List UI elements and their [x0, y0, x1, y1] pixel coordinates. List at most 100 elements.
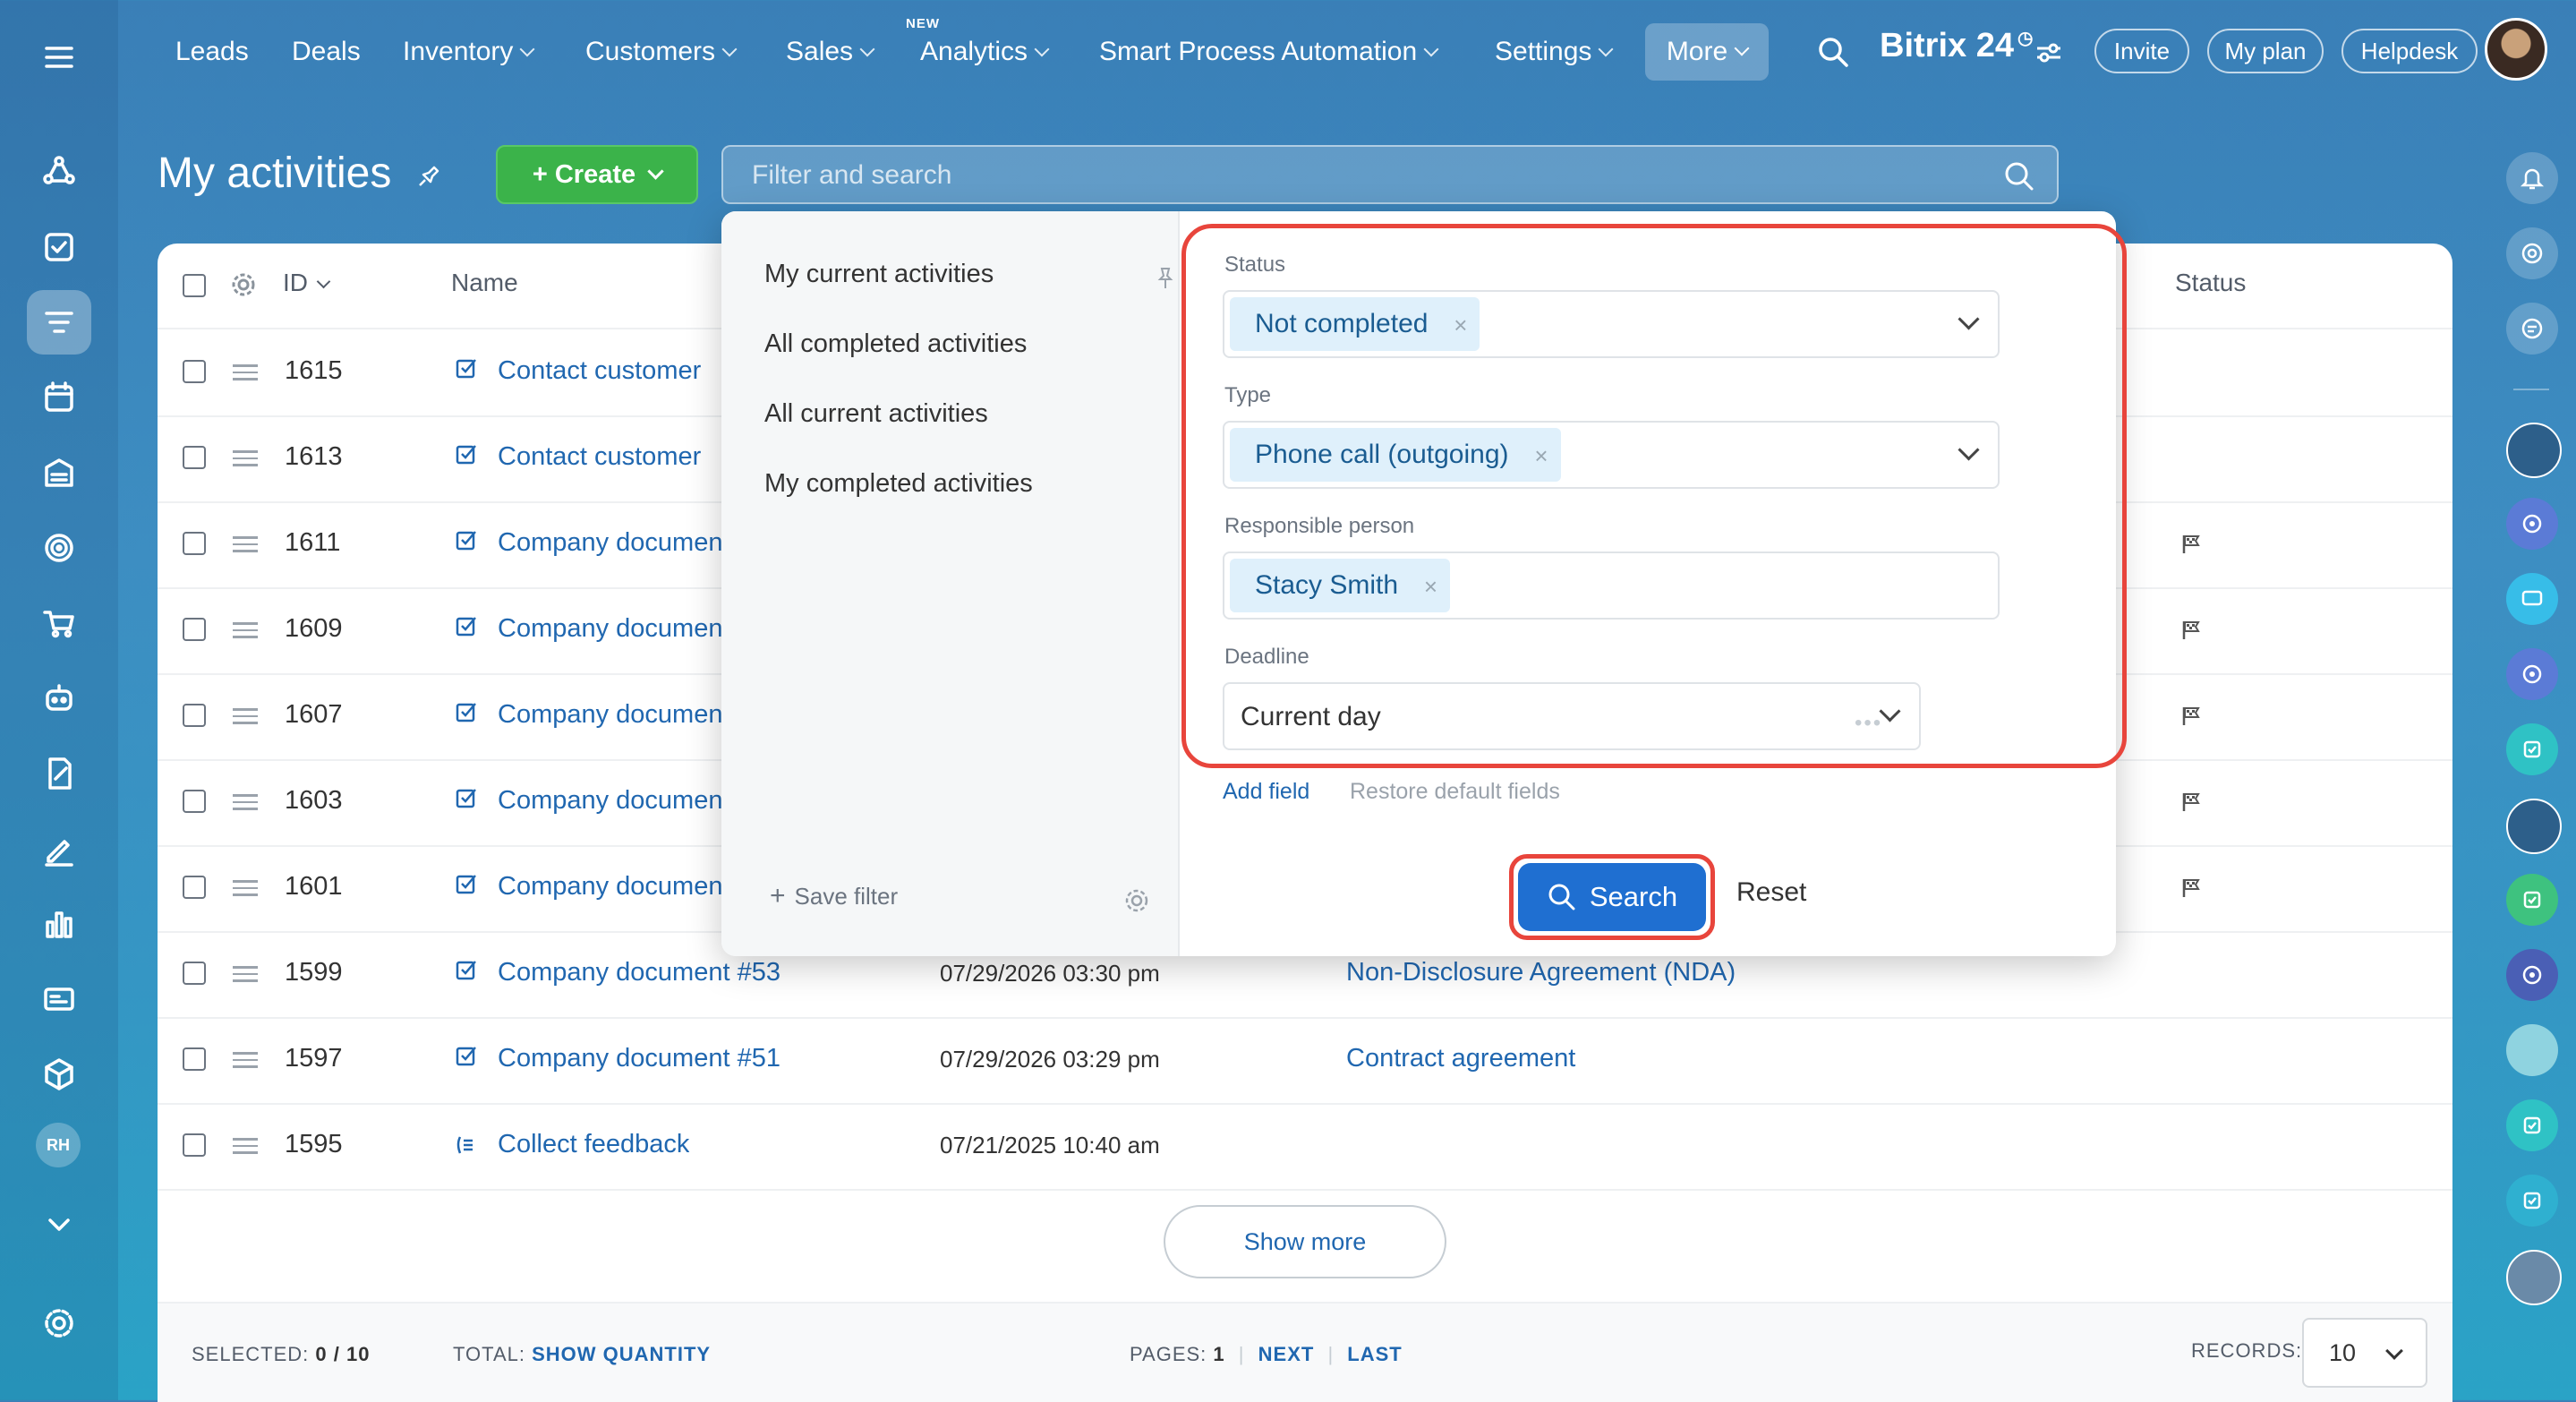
search-button[interactable]: Search	[1518, 863, 1706, 931]
task-chat-icon[interactable]	[2506, 1099, 2558, 1151]
search-icon[interactable]	[1817, 36, 1849, 68]
more-options-icon[interactable]: •••	[1855, 711, 1882, 736]
calendar-icon[interactable]	[27, 365, 91, 430]
document-edit-icon[interactable]	[27, 741, 91, 806]
copilot-chat-icon[interactable]	[2506, 949, 2558, 1001]
filter-search-input[interactable]	[723, 147, 1989, 204]
preset-my-current-activities[interactable]: My current activities	[764, 260, 994, 289]
activity-name-link[interactable]: Company documen	[498, 614, 722, 644]
preset-my-completed-activities[interactable]: My completed activities	[764, 469, 1033, 499]
nav-customers[interactable]: Customers	[585, 34, 738, 70]
task-chat-icon[interactable]	[2506, 874, 2558, 926]
contact-avatar[interactable]	[2506, 423, 2562, 478]
row-checkbox[interactable]	[183, 1133, 206, 1157]
nav-inventory[interactable]: Inventory	[403, 34, 535, 70]
drag-handle-icon[interactable]	[233, 618, 258, 643]
status-field[interactable]: Not completed ×	[1223, 290, 2000, 358]
bell-icon[interactable]	[2506, 152, 2558, 204]
drag-handle-icon[interactable]	[233, 790, 258, 815]
row-checkbox[interactable]	[183, 446, 206, 469]
gear-icon[interactable]	[1122, 886, 1151, 915]
table-row[interactable]: 1595 Collect feedback 07/21/2025 10:40 am	[158, 1103, 2452, 1191]
brand-logo[interactable]: Bitrix 24 ◷	[1880, 27, 2033, 65]
activity-name-link[interactable]: Contact customer	[498, 442, 701, 472]
task-chat-icon[interactable]	[2506, 1175, 2558, 1227]
filter-search-bar[interactable]	[721, 145, 2059, 204]
activity-name-link[interactable]: Company document #51	[498, 1044, 780, 1073]
chevron-down-icon[interactable]	[1958, 439, 1980, 461]
activity-name-link[interactable]: Company document #53	[498, 958, 780, 987]
nav-leads[interactable]: Leads	[175, 34, 249, 70]
message-icon[interactable]	[2506, 573, 2558, 625]
row-checkbox[interactable]	[183, 876, 206, 899]
pin-icon[interactable]	[1156, 265, 1174, 290]
chat-icon[interactable]	[2506, 303, 2558, 355]
group-avatar[interactable]	[2506, 1250, 2562, 1305]
table-row[interactable]: 1597 Company document #51 07/29/2026 03:29…	[158, 1017, 2452, 1105]
crm-icon[interactable]	[27, 140, 91, 204]
activity-name-link[interactable]: Company documen	[498, 700, 722, 730]
preset-all-completed-activities[interactable]: All completed activities	[764, 329, 1027, 359]
nav-settings[interactable]: Settings	[1495, 34, 1614, 70]
chevron-down-icon[interactable]	[27, 1193, 91, 1257]
box-icon[interactable]	[27, 1042, 91, 1107]
restore-default-fields-link[interactable]: Restore default fields	[1350, 779, 1560, 805]
activity-name-link[interactable]: Company documen	[498, 786, 722, 816]
activity-name-link[interactable]: Contact customer	[498, 356, 701, 386]
show-quantity-link[interactable]: SHOW QUANTITY	[532, 1343, 711, 1365]
drag-handle-icon[interactable]	[233, 962, 258, 987]
nav-analytics[interactable]: Analytics	[920, 34, 1050, 70]
drag-handle-icon[interactable]	[233, 446, 258, 471]
user-avatar[interactable]	[2485, 18, 2547, 81]
next-page-link[interactable]: NEXT	[1258, 1343, 1315, 1365]
column-name[interactable]: Name	[451, 269, 518, 297]
chevron-down-icon[interactable]	[1958, 308, 1980, 330]
close-icon[interactable]: ×	[1534, 442, 1548, 470]
close-icon[interactable]: ×	[1454, 312, 1467, 339]
task-chat-icon[interactable]	[2506, 723, 2558, 775]
gear-icon[interactable]	[27, 1291, 91, 1355]
id-card-icon[interactable]	[27, 967, 91, 1031]
close-icon[interactable]: ×	[1424, 573, 1437, 601]
row-checkbox[interactable]	[183, 790, 206, 813]
records-select[interactable]: 10	[2302, 1318, 2427, 1388]
save-filter-button[interactable]: + Save filter	[770, 881, 898, 911]
responsible-person-field[interactable]: Stacy Smith ×	[1223, 551, 2000, 620]
create-button[interactable]: + Create	[496, 145, 698, 204]
bot-avatar[interactable]	[2506, 1024, 2558, 1076]
deal-link[interactable]: Non-Disclosure Agreement (NDA)	[1346, 958, 1736, 987]
search-icon[interactable]	[2003, 160, 2035, 192]
drag-handle-icon[interactable]	[233, 876, 258, 901]
helpdesk-button[interactable]: Helpdesk	[2341, 29, 2478, 73]
robot-icon[interactable]	[27, 666, 91, 731]
preset-all-current-activities[interactable]: All current activities	[764, 399, 988, 429]
store-icon[interactable]	[27, 440, 91, 505]
copilot-icon[interactable]	[2506, 227, 2558, 279]
contact-avatar[interactable]	[2506, 799, 2562, 854]
drag-handle-icon[interactable]	[233, 532, 258, 557]
row-checkbox[interactable]	[183, 1047, 206, 1071]
invite-button[interactable]: Invite	[2094, 29, 2189, 73]
row-checkbox[interactable]	[183, 962, 206, 985]
row-checkbox[interactable]	[183, 360, 206, 383]
user-initials-avatar[interactable]: RH	[36, 1123, 81, 1167]
nav-more[interactable]: More	[1645, 23, 1769, 81]
nav-smart-process-automation[interactable]: Smart Process Automation	[1099, 34, 1439, 70]
activity-name-link[interactable]: Company documen	[498, 528, 722, 558]
activity-name-link[interactable]: Company documen	[498, 872, 722, 902]
row-checkbox[interactable]	[183, 618, 206, 641]
copilot-chat-icon[interactable]	[2506, 498, 2558, 550]
my-plan-button[interactable]: My plan	[2207, 29, 2324, 73]
menu-icon[interactable]	[27, 25, 91, 90]
row-checkbox[interactable]	[183, 532, 206, 555]
column-status[interactable]: Status	[2175, 269, 2246, 297]
column-id[interactable]: ID	[283, 269, 331, 297]
copilot-chat-icon[interactable]	[2506, 648, 2558, 700]
add-field-link[interactable]: Add field	[1223, 779, 1309, 805]
nav-deals[interactable]: Deals	[292, 34, 361, 70]
drag-handle-icon[interactable]	[233, 360, 258, 385]
row-checkbox[interactable]	[183, 704, 206, 727]
deadline-select[interactable]: Current day	[1223, 682, 1921, 750]
analytics-icon[interactable]	[27, 892, 91, 956]
target-icon[interactable]	[27, 516, 91, 580]
